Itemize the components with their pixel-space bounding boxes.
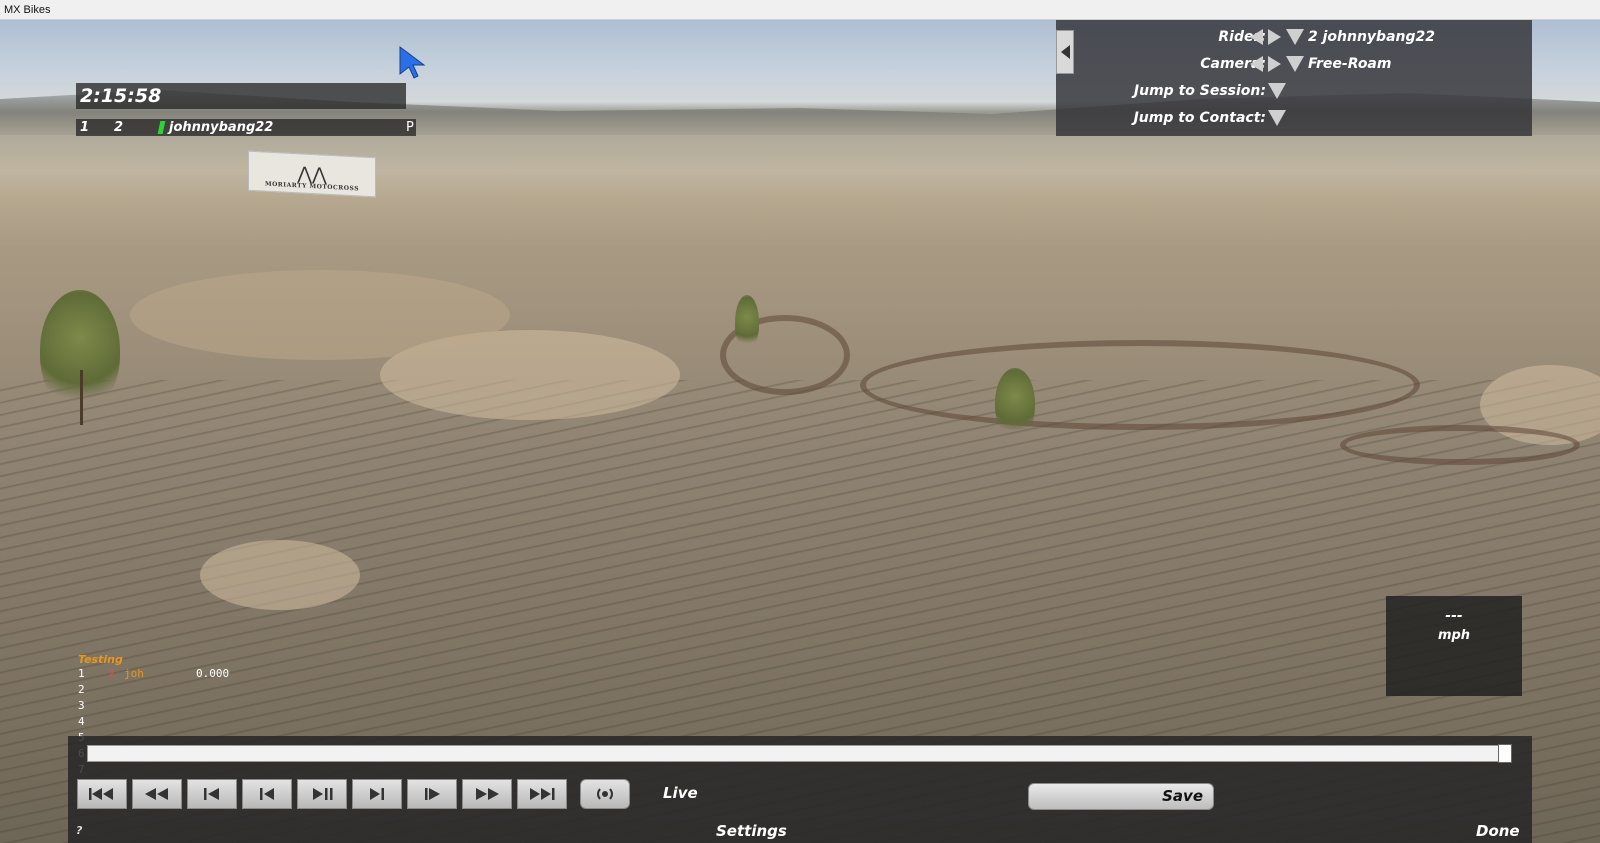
skip-to-start-icon xyxy=(89,788,113,800)
step-forward-icon xyxy=(425,788,440,800)
timing-position: 2 xyxy=(78,683,85,696)
sponsor-banner: ⋀⋀ MORIARTY MOTOCROSS xyxy=(248,150,376,198)
timing-title: Testing xyxy=(78,653,123,666)
standing-status: P xyxy=(406,120,414,135)
step-back-icon xyxy=(204,788,219,800)
jump-session-row: Jump to Session: xyxy=(1056,81,1532,101)
speed-unit: mph xyxy=(1437,628,1471,643)
play-pause-icon xyxy=(313,788,333,800)
camera-row: Camera: Free-Roam xyxy=(1056,54,1532,74)
banner-logo-icon: ⋀⋀ xyxy=(297,163,327,186)
rewind-fast-icon xyxy=(145,788,168,800)
speedometer: --- mph xyxy=(1386,596,1522,696)
timing-position: 3 xyxy=(78,699,85,712)
skip-to-end-icon xyxy=(530,788,555,800)
skip-to-end-button[interactable] xyxy=(517,779,567,809)
camera-dropdown-icon[interactable] xyxy=(1286,56,1304,72)
game-viewport[interactable]: ⋀⋀ MORIARTY MOTOCROSS 2:15:58 1 2 johnny… xyxy=(0,20,1600,843)
help-icon[interactable]: ? xyxy=(76,824,82,837)
next-frame-icon xyxy=(370,788,384,800)
fast-forward-button[interactable] xyxy=(462,779,512,809)
timing-row: 2 xyxy=(78,682,123,698)
sound-button[interactable] xyxy=(580,779,630,809)
timing-row: 4 xyxy=(78,714,123,730)
standing-number: 2 xyxy=(114,120,124,135)
session-timer: 2:15:58 xyxy=(76,83,406,109)
speed-value: --- xyxy=(1445,608,1463,624)
standing-position: 1 xyxy=(80,120,90,135)
dirt-mound xyxy=(130,270,510,360)
window-title: MX Bikes xyxy=(4,4,51,16)
next-frame-button[interactable] xyxy=(352,779,402,809)
tree xyxy=(735,295,759,350)
camera-next-icon[interactable] xyxy=(1268,56,1281,72)
standings-row[interactable]: 1 2 johnnybang22 P xyxy=(76,119,416,136)
timeline-handle[interactable] xyxy=(1498,744,1512,763)
jump-session-dropdown-icon[interactable] xyxy=(1268,83,1286,99)
jump-contact-label: Jump to Contact: xyxy=(1133,110,1266,126)
collapse-arrow-icon xyxy=(1060,45,1070,59)
rider-color-flag xyxy=(157,121,166,134)
panel-collapse-button[interactable] xyxy=(1056,30,1074,74)
tree xyxy=(995,368,1035,438)
camera-value: Free-Roam xyxy=(1308,56,1392,72)
settings-button[interactable]: Settings xyxy=(716,822,787,840)
banner-text: MORIARTY MOTOCROSS xyxy=(264,180,360,193)
live-button[interactable]: Live xyxy=(663,784,698,802)
replay-controls-bar: Live Save Settings Done ? xyxy=(68,736,1532,843)
camera-prev-icon[interactable] xyxy=(1250,56,1263,72)
mouse-cursor-icon xyxy=(399,46,426,79)
rewind-button[interactable] xyxy=(132,779,182,809)
jump-session-label: Jump to Session: xyxy=(1133,83,1266,99)
replay-timeline[interactable] xyxy=(87,744,1512,763)
step-forward-button[interactable] xyxy=(407,779,457,809)
window-title-bar: MX Bikes xyxy=(0,0,1600,20)
play-pause-button[interactable] xyxy=(297,779,347,809)
rider-dropdown-icon[interactable] xyxy=(1286,29,1304,45)
rider-value: 2 johnnybang22 xyxy=(1308,29,1435,45)
timing-time: 0.000 xyxy=(196,667,230,680)
track-turn xyxy=(1340,425,1580,465)
replay-options-panel: Rider: 2 johnnybang22 Camera: Free-Roam … xyxy=(1056,20,1532,136)
timing-position: 4 xyxy=(78,715,85,728)
sound-icon xyxy=(597,788,613,800)
tree-trunk xyxy=(80,370,83,425)
standing-rider-name: johnnybang22 xyxy=(169,120,274,135)
jump-contact-dropdown-icon[interactable] xyxy=(1268,110,1286,126)
previous-frame-icon xyxy=(260,788,274,800)
skip-to-start-button[interactable] xyxy=(77,779,127,809)
track-turn xyxy=(860,340,1420,430)
timing-name: joh xyxy=(124,667,144,680)
dirt-mound xyxy=(200,540,360,610)
timeline-fill xyxy=(88,746,1510,761)
rider-prev-icon[interactable] xyxy=(1250,29,1263,45)
previous-frame-button[interactable] xyxy=(242,779,292,809)
rider-row: Rider: 2 johnnybang22 xyxy=(1056,27,1532,47)
step-back-button[interactable] xyxy=(187,779,237,809)
rider-next-icon[interactable] xyxy=(1268,29,1281,45)
jump-contact-row: Jump to Contact: xyxy=(1056,108,1532,128)
timing-position: 1 xyxy=(78,667,85,680)
fast-forward-icon xyxy=(476,788,499,800)
timing-row: 1 2 joh 0.000 xyxy=(78,666,229,682)
timing-number: 2 xyxy=(108,667,115,680)
save-button[interactable]: Save xyxy=(1028,783,1214,810)
timing-row: 3 xyxy=(78,698,123,714)
done-button[interactable]: Done xyxy=(1476,822,1520,840)
